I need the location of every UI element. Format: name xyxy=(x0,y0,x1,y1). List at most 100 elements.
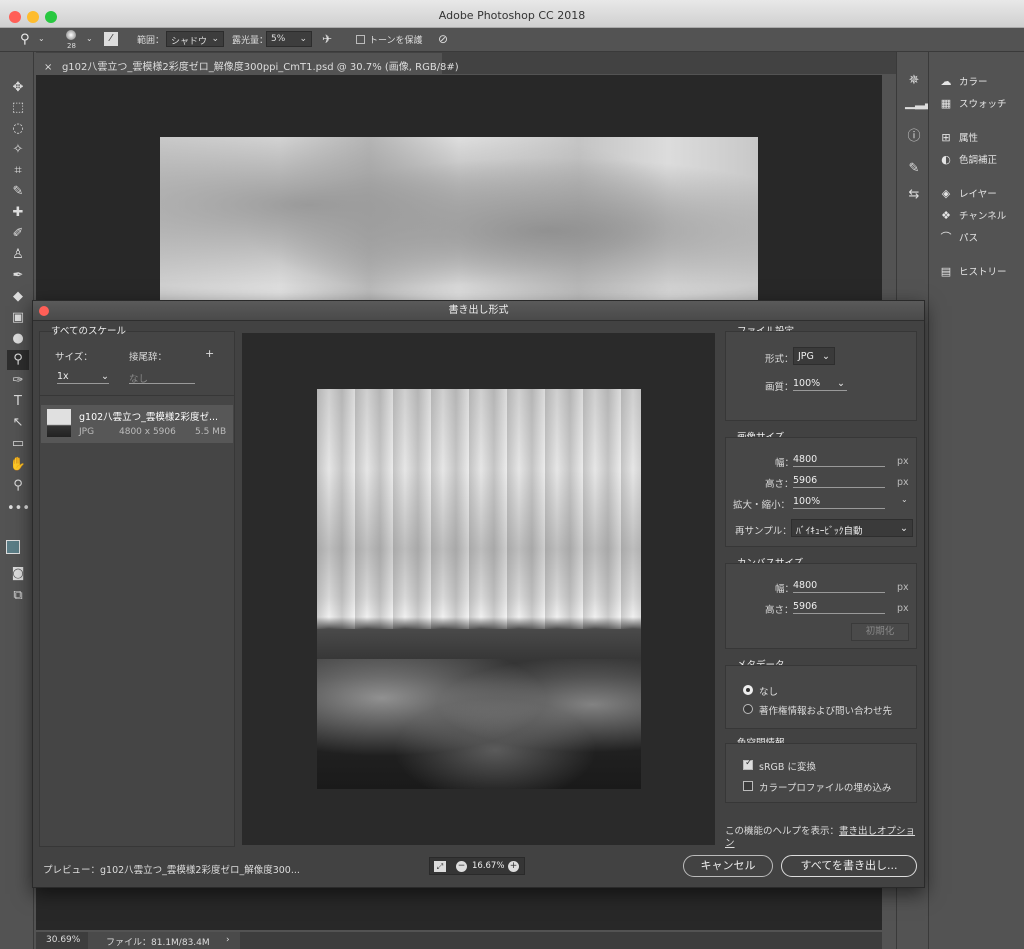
canvas-width-input[interactable]: 4800 xyxy=(793,580,885,593)
cancel-button[interactable]: キャンセル xyxy=(683,855,773,877)
brush-chevron-icon[interactable]: ⌄ xyxy=(86,34,93,43)
properties-icon: ⊞ xyxy=(941,131,951,144)
history-icon: ▤ xyxy=(940,265,952,278)
dialog-close-button[interactable] xyxy=(39,306,49,316)
asset-file-size: 5.5 MB xyxy=(195,427,227,437)
asset-list-item[interactable]: g102八雲立つ_雲模様2彩度ゼ... JPG 4800 x 5906 5.5 … xyxy=(41,405,233,443)
window-title: Adobe Photoshop CC 2018 xyxy=(438,9,586,22)
help-link-continued[interactable]: ン xyxy=(725,835,735,849)
type-tool-icon[interactable]: T xyxy=(7,392,29,412)
brush-preview-icon[interactable] xyxy=(66,30,76,40)
clone-stamp-tool-icon[interactable]: ♙ xyxy=(7,245,29,265)
scale-label: 拡大・縮小： xyxy=(733,500,791,511)
image-width-unit: px xyxy=(897,456,909,467)
pressure-icon[interactable]: ⊘ xyxy=(438,32,448,46)
image-width-label: 幅： xyxy=(775,458,795,469)
panel-item-history[interactable]: ▤ ヒストリー xyxy=(939,262,1007,282)
export-all-button[interactable]: すべてを書き出し... xyxy=(781,855,917,877)
embed-profile-checkbox[interactable] xyxy=(743,781,753,791)
quality-input[interactable]: 100% ⌄ xyxy=(793,378,847,391)
scale-chevron-icon[interactable]: ⌄ xyxy=(901,495,908,504)
marquee-tool-icon[interactable]: ⬚ xyxy=(7,98,29,118)
layers-icon: ◈ xyxy=(941,187,951,200)
dialog-title: 書き出し形式 xyxy=(33,301,924,321)
panel-item-swatches[interactable]: ▦ スウォッチ xyxy=(939,94,1007,114)
gradient-tool-icon[interactable]: ▣ xyxy=(7,308,29,328)
format-select[interactable]: JPG ⌄ xyxy=(793,347,835,365)
document-image[interactable] xyxy=(160,137,758,307)
blur-tool-icon[interactable]: ● xyxy=(7,329,29,349)
eyedropper-tool-icon[interactable]: ✎ xyxy=(7,182,29,202)
quality-label: 画質： xyxy=(765,382,794,393)
info-icon[interactable]: ⓘ xyxy=(905,128,923,146)
zoom-out-icon[interactable]: − xyxy=(456,861,467,872)
tab-close-icon[interactable]: × xyxy=(44,62,52,73)
protect-tones-label: トーンを保護 xyxy=(369,36,423,46)
histogram-icon[interactable]: ▁▂▃ xyxy=(905,94,935,112)
tool-preset-chevron-icon[interactable]: ⌄ xyxy=(38,34,45,43)
image-width-input[interactable]: 4800 xyxy=(793,454,885,467)
document-tab-title: g102八雲立つ_雲模様2彩度ゼロ_解像度300ppi_CmT1.psd @ 3… xyxy=(61,62,459,73)
dodge-tool-icon[interactable]: ⚲ xyxy=(20,32,30,47)
panel-item-channels[interactable]: ❖ チャンネル xyxy=(939,206,1006,226)
foreground-color-swatch[interactable] xyxy=(6,540,20,554)
rectangle-tool-icon[interactable]: ▭ xyxy=(7,434,29,454)
brush-settings-panel-icon[interactable]: ✎ xyxy=(905,160,923,178)
more-tools-icon[interactable]: ••• xyxy=(7,499,30,519)
zoom-tool-icon[interactable]: ⚲ xyxy=(7,476,29,496)
status-arrow-icon[interactable]: › xyxy=(226,935,230,945)
srgb-checkbox[interactable]: ✓ xyxy=(743,758,753,770)
brush-tool-icon[interactable]: ✐ xyxy=(7,224,29,244)
hand-tool-icon[interactable]: ✋ xyxy=(7,455,29,475)
pen-tool-icon[interactable]: ✑ xyxy=(7,371,29,391)
panel-item-layers[interactable]: ◈ レイヤー xyxy=(939,184,997,204)
image-height-input[interactable]: 5906 xyxy=(793,475,885,488)
crop-tool-icon[interactable]: ⌗ xyxy=(7,161,29,181)
status-zoom[interactable]: 30.69% xyxy=(46,935,80,945)
chevron-down-icon: ⌄ xyxy=(900,523,908,534)
quick-mask-icon[interactable]: ◙ xyxy=(7,564,29,584)
swatches-grid-icon: ▦ xyxy=(940,97,952,110)
panel-item-adjustments[interactable]: ◐ 色調補正 xyxy=(939,150,997,170)
window-title-bar: Adobe Photoshop CC 2018 xyxy=(0,0,1024,28)
asset-thumbnail xyxy=(47,409,71,437)
adjust-panel-icon[interactable]: ⇆ xyxy=(905,186,923,204)
metadata-none-radio[interactable] xyxy=(743,685,753,695)
document-tab[interactable]: × g102八雲立つ_雲模様2彩度ゼロ_解像度300ppi_CmT1.psd @… xyxy=(36,53,459,75)
history-brush-tool-icon[interactable]: ✒ xyxy=(7,266,29,286)
magic-wand-tool-icon[interactable]: ✧ xyxy=(7,140,29,160)
add-scale-button[interactable]: + xyxy=(205,347,214,360)
scale-input[interactable]: 100% xyxy=(793,496,885,509)
canvas-height-input[interactable]: 5906 xyxy=(793,601,885,614)
move-tool-icon[interactable]: ✥ xyxy=(7,78,29,98)
protect-tones-checkbox[interactable] xyxy=(356,35,365,44)
eraser-tool-icon[interactable]: ◆ xyxy=(7,287,29,307)
preview-image xyxy=(317,389,641,789)
healing-brush-tool-icon[interactable]: ✚ xyxy=(7,203,29,223)
paths-icon: ⌒ xyxy=(940,231,952,244)
metadata-copyright-radio[interactable] xyxy=(743,704,753,714)
airbrush-icon[interactable]: ✈ xyxy=(322,32,332,46)
dodge-tool-icon[interactable]: ⚲ xyxy=(7,350,29,370)
scale-select[interactable]: 1x ⌄ xyxy=(57,371,109,384)
chevron-down-icon: ⌄ xyxy=(299,34,307,44)
exposure-input[interactable]: 5% ⌄ xyxy=(266,31,312,47)
brush-settings-icon[interactable]: ⁄ xyxy=(104,32,118,46)
panel-item-color[interactable]: ☁ カラー xyxy=(939,72,988,92)
panel-item-paths[interactable]: ⌒ パス xyxy=(939,228,979,248)
range-select[interactable]: シャドウ ⌄ xyxy=(166,31,224,47)
panel-item-properties[interactable]: ⊞ 属性 xyxy=(939,128,978,148)
resample-select[interactable]: ﾊﾞｲｷｭｰﾋﾞｯｸ自動 ⌄ xyxy=(791,519,913,537)
path-selection-tool-icon[interactable]: ↖ xyxy=(7,413,29,433)
fit-zoom-icon[interactable]: ⤢ xyxy=(434,861,446,872)
screen-mode-icon[interactable]: ⧉ xyxy=(7,586,29,606)
zoom-in-icon[interactable]: + xyxy=(508,861,519,872)
navigator-icon[interactable]: ✵ xyxy=(905,72,923,90)
status-bar: 30.69% ファイル：81.1M/83.4M › xyxy=(36,932,882,949)
lasso-tool-icon[interactable]: ◌ xyxy=(7,119,29,139)
asset-name: g102八雲立つ_雲模様2彩度ゼ... xyxy=(79,412,219,423)
file-settings-group xyxy=(725,331,917,421)
help-link[interactable]: 書き出しオプショ xyxy=(839,826,915,837)
reset-canvas-button[interactable]: 初期化 xyxy=(851,623,909,641)
suffix-input[interactable]: なし xyxy=(129,371,195,385)
